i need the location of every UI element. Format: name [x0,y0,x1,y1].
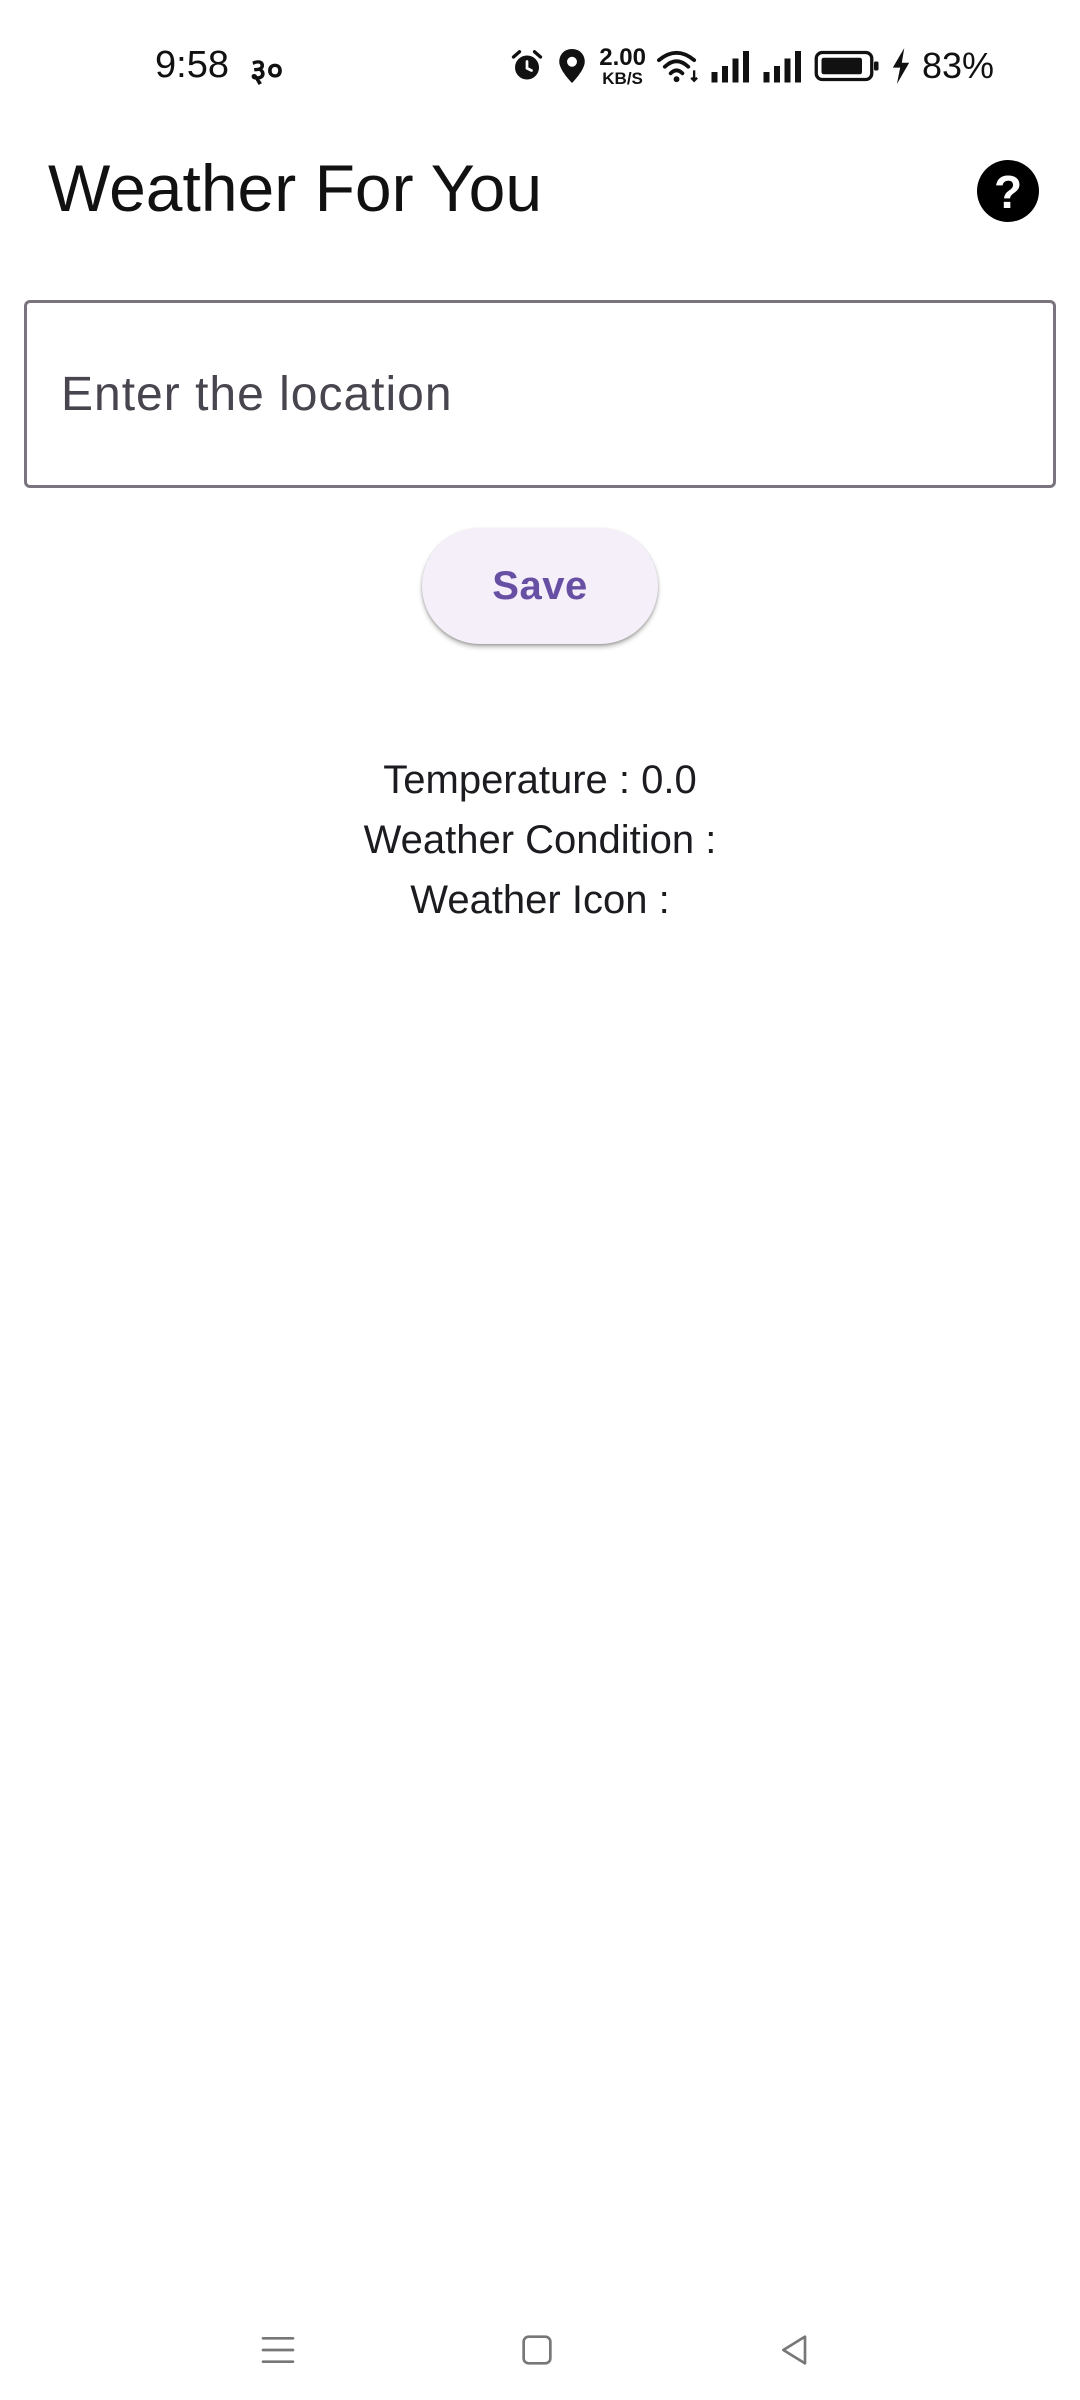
weather-icon-text: Weather Icon : [410,878,670,922]
battery-icon [814,49,880,83]
help-icon: ? [993,166,1023,218]
status-time: 9:58 [155,44,229,86]
battery-percent: 83% [921,45,994,86]
status-bar: 9:58 ३० 2.00 KB/S 83% [0,0,1080,140]
save-button[interactable]: Save [422,528,658,644]
status-icons: 2.00 KB/S 83% [509,40,994,92]
system-nav-bar [0,2300,1080,2400]
location-input[interactable] [61,303,1021,485]
weather-results: Temperature : 0.0 Weather Condition : We… [0,750,1080,930]
back-icon[interactable] [765,2320,825,2380]
signal-icon [710,49,752,83]
save-button-label: Save [492,563,588,608]
home-icon[interactable] [507,2320,567,2380]
wifi-icon [656,48,700,84]
alarm-icon [509,48,545,84]
net-speed: 2.00 KB/S [599,43,646,88]
temperature-text: Temperature : 0.0 [383,758,697,802]
net-speed-value: 2.00 [599,43,646,71]
weather-condition-text: Weather Condition : [363,818,717,862]
signal-icon [762,49,804,83]
menu-icon[interactable] [248,2320,308,2380]
charging-icon [890,48,912,84]
status-extra-indicator: ३० [250,52,284,88]
location-field[interactable] [24,300,1056,488]
location-icon [555,47,589,85]
help-button[interactable]: ? [977,160,1039,222]
net-speed-unit: KB/S [602,68,643,88]
page-title: Weather For You [48,151,543,225]
